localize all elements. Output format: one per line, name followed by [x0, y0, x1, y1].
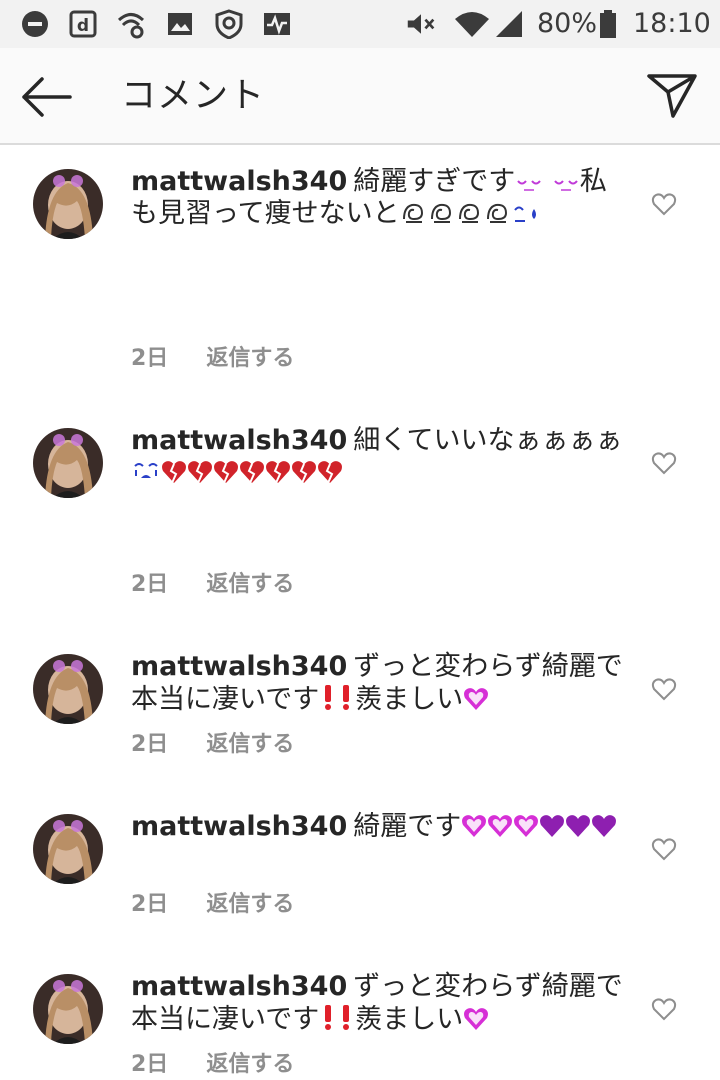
activity-icon [264, 13, 290, 35]
status-bar: d 80% 18:10 [0, 0, 720, 48]
emoji [463, 1004, 489, 1035]
comment-text: mattwalsh340 綺麗です [131, 811, 627, 843]
svg-text:d: d [77, 16, 89, 36]
reply-button[interactable]: 返信する [206, 732, 294, 757]
comment-username[interactable]: mattwalsh340 [131, 166, 347, 197]
emoji [319, 1004, 355, 1035]
comment-age: 2日 [131, 892, 169, 917]
reply-button[interactable]: 返信する [206, 346, 294, 371]
d-app-icon: d [69, 10, 97, 38]
send-icon[interactable] [644, 70, 700, 120]
emoji [515, 166, 580, 197]
comment-meta: 2日 返信する [131, 1051, 294, 1079]
comment-username[interactable]: mattwalsh340 [131, 425, 347, 456]
comment-body-text: 細くていいなぁぁぁぁ [353, 425, 623, 456]
heart-outline-icon[interactable] [651, 677, 677, 701]
comment-username[interactable]: mattwalsh340 [131, 811, 347, 842]
comment-age: 2日 [131, 572, 169, 597]
emoji [400, 198, 512, 229]
comment-text: mattwalsh340 ずっと変わらず綺麗で本当に凄いです 羨ましい [131, 651, 627, 716]
avatar[interactable] [33, 428, 103, 498]
page-title: コメント [121, 76, 266, 116]
avatar[interactable] [33, 814, 103, 884]
reply-button[interactable]: 返信する [206, 1052, 294, 1077]
shield-icon [215, 9, 243, 39]
minus-circle-icon [22, 11, 48, 37]
emoji [461, 811, 617, 842]
comment-age: 2日 [131, 1052, 169, 1077]
wifi-settings-icon [117, 13, 145, 39]
reply-button[interactable]: 返信する [206, 892, 294, 917]
heart-outline-icon[interactable] [651, 837, 677, 861]
back-arrow-icon[interactable] [18, 72, 76, 122]
comment-meta: 2日 返信する [131, 731, 294, 759]
avatar[interactable] [33, 654, 103, 724]
comment-body-text: 羨ましい [355, 1004, 464, 1035]
comment-age: 2日 [131, 732, 169, 757]
avatar[interactable] [33, 169, 103, 239]
emoji [161, 457, 343, 488]
emoji [319, 684, 355, 715]
avatar[interactable] [33, 974, 103, 1044]
comment-body-text: 羨ましい [355, 684, 464, 715]
comment-username[interactable]: mattwalsh340 [131, 971, 347, 1002]
reply-button[interactable]: 返信する [206, 572, 294, 597]
comment-meta: 2日 返信する [131, 571, 294, 599]
comment-meta: 2日 返信する [131, 891, 294, 919]
emoji [131, 457, 161, 488]
comment-body-text: 綺麗すぎです [353, 166, 516, 197]
emoji [463, 684, 489, 715]
comment-text: mattwalsh340 細くていいなぁぁぁぁ [131, 425, 627, 489]
heart-outline-icon[interactable] [651, 997, 677, 1021]
comment-text: mattwalsh340 綺麗すぎです 私も見習って痩せないと [131, 166, 627, 230]
nav-bar: コメント [0, 48, 720, 145]
comment-meta: 2日 返信する [131, 345, 294, 373]
signal-icon [496, 11, 522, 37]
heart-outline-icon[interactable] [651, 451, 677, 475]
battery-icon [600, 10, 616, 38]
clock: 18:10 [633, 8, 711, 39]
emoji [512, 198, 540, 229]
comment-age: 2日 [131, 346, 169, 371]
wifi-icon [455, 12, 489, 37]
comment-username[interactable]: mattwalsh340 [131, 651, 347, 682]
battery-percent: 80% [537, 8, 598, 39]
heart-outline-icon[interactable] [651, 192, 677, 216]
comment-body-text: 綺麗です [353, 811, 462, 842]
comment-text: mattwalsh340 ずっと変わらず綺麗で本当に凄いです 羨ましい [131, 971, 627, 1036]
mute-icon [407, 14, 435, 34]
image-icon [168, 13, 192, 35]
